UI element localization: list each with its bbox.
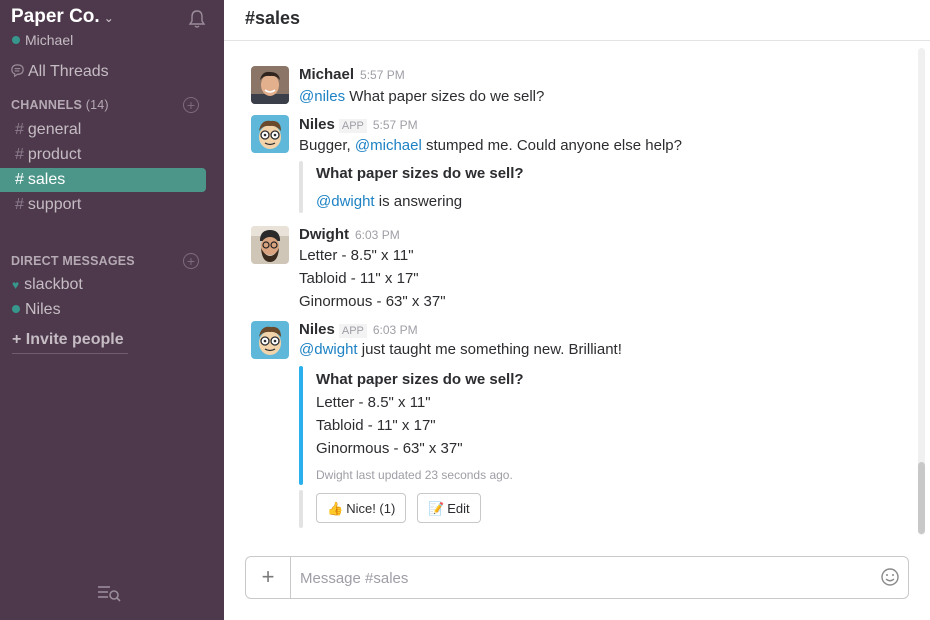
attachment-line: Ginormous - 63" x 37" [316,440,463,457]
attachment-line: Letter - 8.5" x 11" [316,394,431,411]
attachment-body: is answering [374,193,463,210]
dm-item-niles[interactable]: Niles [12,301,61,319]
channels-count: (14) [85,98,109,112]
add-dm-button[interactable]: + [183,253,199,269]
attachment-bar [299,366,303,485]
add-channel-button[interactable]: + [183,97,199,113]
channel-name: product [27,146,82,163]
message-header: Niles APP 6:03 PM [299,321,418,338]
team-name[interactable]: Paper Co. ⌄ [11,6,114,28]
nice-button[interactable]: 👍 Nice! (1) [316,493,407,523]
channel-title[interactable]: #sales [245,8,300,29]
message-time[interactable]: 6:03 PM [373,323,418,337]
avatar-niles[interactable] [251,115,289,153]
channel-header: #sales [224,0,930,41]
message-text: Bugger, @michael stumped me. Could anyon… [299,137,682,154]
attachment-title: What paper sizes do we sell? [316,371,524,388]
message-list: Michael 5:57 PM @niles What paper sizes d… [224,41,930,546]
message-time[interactable]: 5:57 PM [360,68,405,82]
message-body: just taught me something new. Brilliant! [357,341,622,358]
message-header: Niles APP 5:57 PM [299,116,418,133]
message-time[interactable]: 6:03 PM [355,228,400,242]
bell-icon[interactable] [186,8,208,30]
dm-name: Niles [25,301,61,318]
author-name[interactable]: Niles [299,321,335,338]
sidebar: Paper Co. ⌄ Michael All Threads CHANNELS … [0,0,224,620]
message-text: @niles What paper sizes do we sell? [299,88,544,105]
all-threads-label: All Threads [28,63,109,80]
app-badge: APP [338,324,367,338]
user-name: Michael [25,32,74,48]
attachment-bar [299,161,303,213]
niles-bot-icon [251,115,289,153]
dm-label: DIRECT MESSAGES [11,254,135,268]
sidebar-item-product[interactable]: # product [0,143,206,167]
presence-dot [12,305,20,313]
attach-plus-button[interactable]: + [246,557,291,598]
attachment-line: Tabloid - 11" x 17" [316,417,436,434]
message-header: Michael 5:57 PM [299,66,405,83]
chevron-down-icon: ⌄ [103,11,114,25]
author-name[interactable]: Dwight [299,226,349,243]
button-label: Edit [447,501,470,516]
hash-icon: # [15,121,24,138]
avatar-image [251,66,289,104]
author-name[interactable]: Niles [299,116,335,133]
threads-icon [11,64,24,78]
message-line: Tabloid - 11" x 17" [299,270,419,287]
attachment-footer: Dwight last updated 23 seconds ago. [316,468,513,482]
dm-name: slackbot [24,276,83,293]
message-input[interactable] [298,557,872,600]
mention-link[interactable]: @dwight [316,193,375,210]
presence-dot [12,36,20,44]
message-header: Dwight 6:03 PM [299,226,400,243]
mention-link[interactable]: @niles [299,88,345,105]
mention-link[interactable]: @dwight [299,341,358,358]
all-threads-item[interactable]: All Threads [10,63,109,81]
thumbs-up-icon: 👍 [327,501,344,516]
direct-messages-header[interactable]: DIRECT MESSAGES [11,254,135,268]
channel-name: support [27,196,82,213]
team-name-label: Paper Co. [11,6,100,27]
sidebar-item-general[interactable]: # general [0,118,206,142]
mention-link[interactable]: @michael [355,137,422,154]
channels-label: CHANNELS [11,98,83,112]
message-body: stumped me. Could anyone else help? [421,137,682,154]
app-badge: APP [338,119,367,133]
author-name[interactable]: Michael [299,66,354,83]
sidebar-item-sales[interactable]: # sales [0,168,206,192]
emoji-icon[interactable] [880,567,900,587]
channels-header[interactable]: CHANNELS (14) [11,98,109,112]
message-composer: + [245,556,909,600]
scrollbar-thumb[interactable] [918,462,925,534]
attachment-text: @dwight is answering [316,193,462,210]
message-time[interactable]: 5:57 PM [373,118,418,132]
message-body-pre: Bugger, [299,137,355,154]
actions-bar [299,490,303,528]
channel-name: sales [27,171,66,188]
hash-icon: # [15,196,24,213]
message-text: @dwight just taught me something new. Br… [299,341,622,358]
attachment-title: What paper sizes do we sell? [316,165,524,182]
message-line: Ginormous - 63" x 37" [299,293,446,310]
channel-name: general [27,121,82,138]
message-line: Letter - 8.5" x 11" [299,247,414,264]
filter-search-icon[interactable] [96,582,122,604]
niles-bot-icon [251,321,289,359]
sidebar-item-support[interactable]: # support [0,193,206,217]
invite-people-link[interactable]: + Invite people [12,331,128,354]
avatar-michael[interactable] [251,66,289,104]
memo-icon: 📝 [428,501,445,516]
heart-icon: ♥ [12,278,20,292]
avatar-image [251,226,289,264]
dm-item-slackbot[interactable]: ♥ slackbot [12,276,83,294]
avatar-dwight[interactable] [251,226,289,264]
button-label: Nice! (1) [346,501,396,516]
current-user[interactable]: Michael [12,32,73,48]
message-body: What paper sizes do we sell? [345,88,545,105]
hash-icon: # [15,171,24,188]
edit-button[interactable]: 📝 Edit [417,493,481,523]
hash-icon: # [15,146,24,163]
avatar-niles[interactable] [251,321,289,359]
